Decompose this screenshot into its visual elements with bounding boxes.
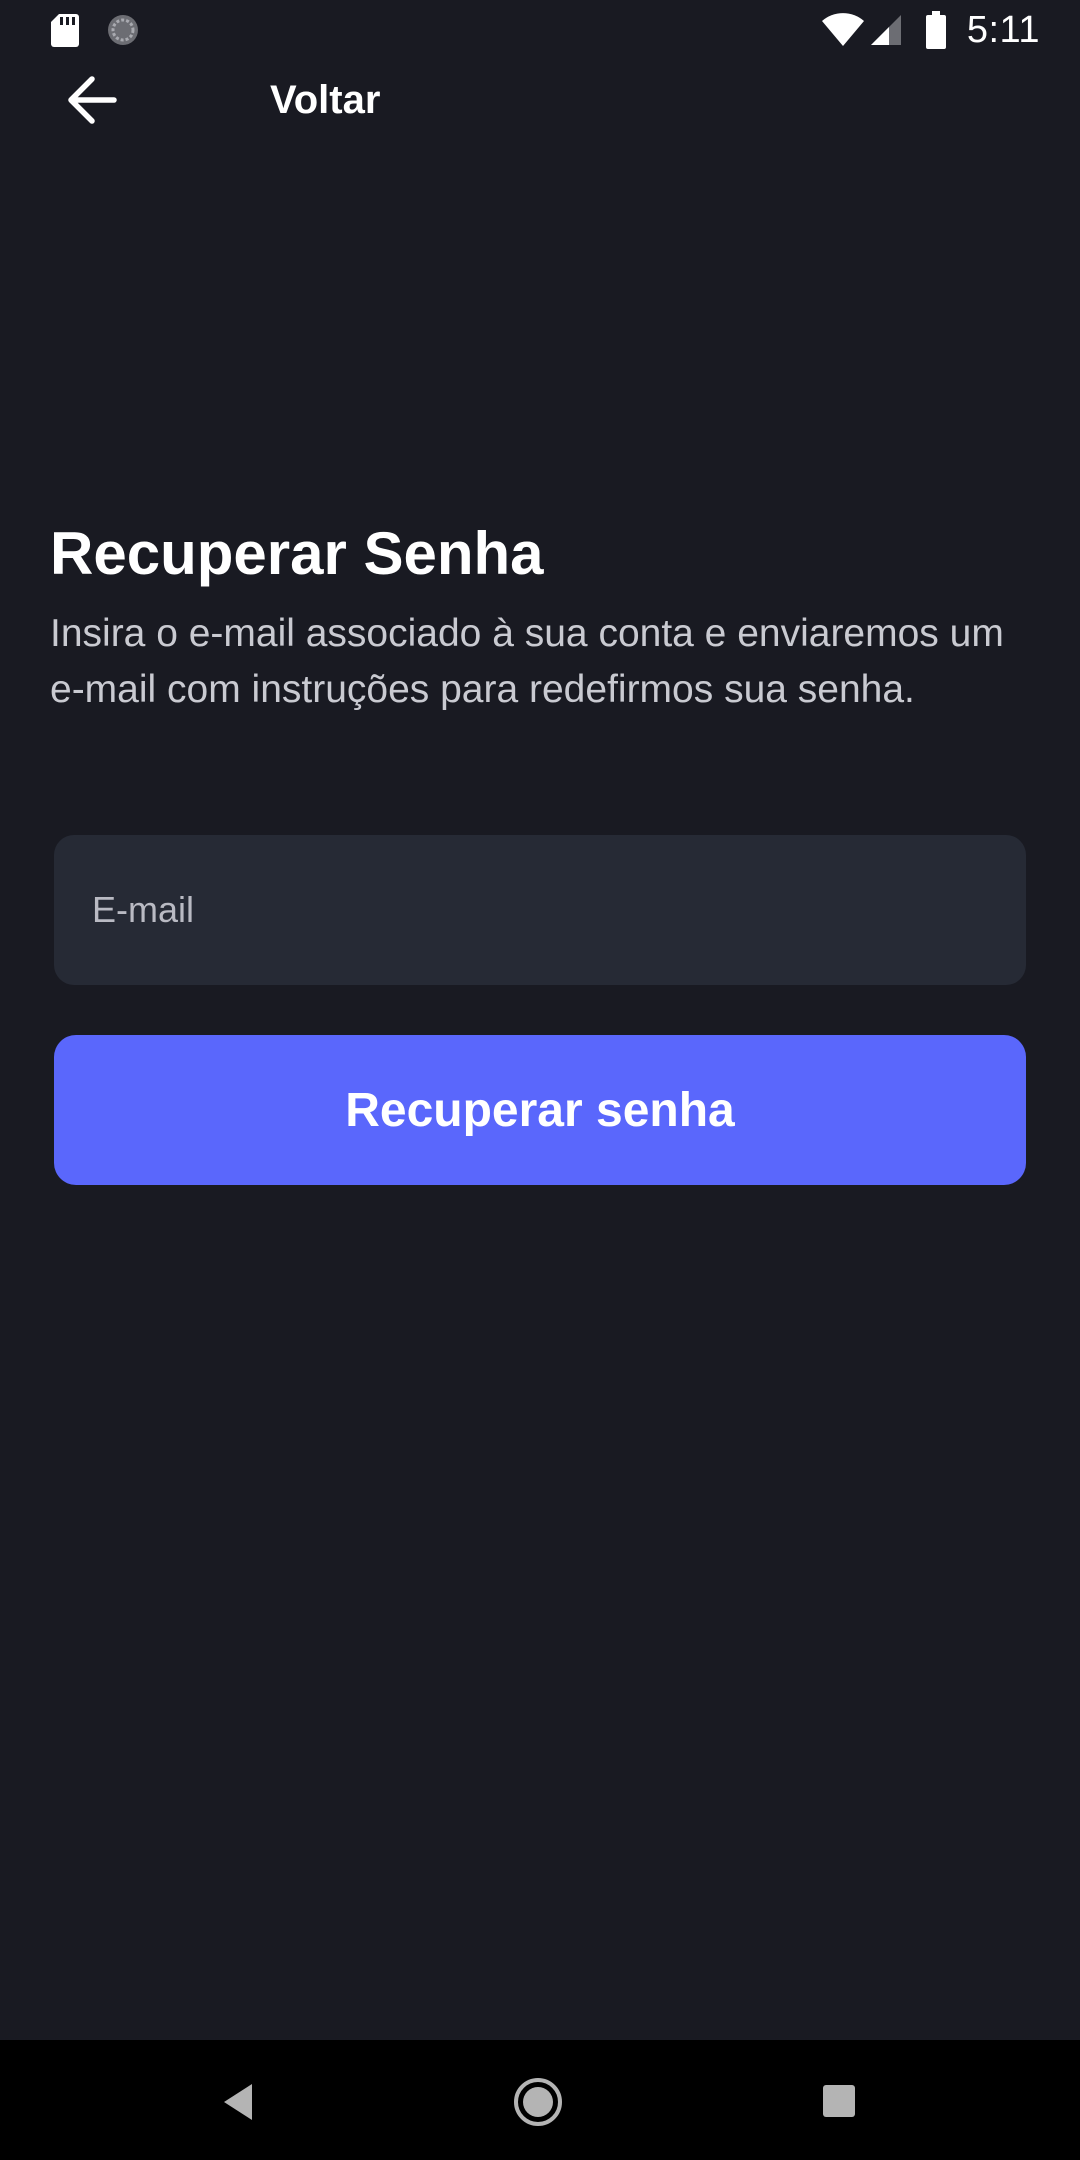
battery-icon	[925, 11, 946, 49]
arrow-left-icon	[68, 76, 117, 124]
sync-icon	[108, 15, 138, 45]
page-title: Recuperar Senha	[50, 520, 544, 587]
back-button[interactable]	[56, 68, 128, 132]
sd-card-icon	[51, 14, 79, 47]
page-description: Insira o e-mail associado à sua conta e …	[50, 612, 1004, 711]
navigation-bar	[0, 2040, 1080, 2160]
recover-password-button[interactable]: Recuperar senha	[54, 1035, 1026, 1185]
nav-home-icon[interactable]	[512, 2076, 564, 2128]
back-title: Voltar	[270, 78, 381, 122]
cell-signal-icon	[870, 15, 901, 45]
top-bar: Voltar	[0, 60, 1080, 140]
status-bar: 5:11	[0, 0, 1080, 60]
email-field[interactable]	[54, 835, 1026, 985]
status-time: 5:11	[966, 8, 1040, 51]
nav-recents-icon[interactable]	[822, 2084, 856, 2118]
nav-back-icon[interactable]	[218, 2080, 262, 2124]
wifi-icon	[821, 13, 864, 46]
